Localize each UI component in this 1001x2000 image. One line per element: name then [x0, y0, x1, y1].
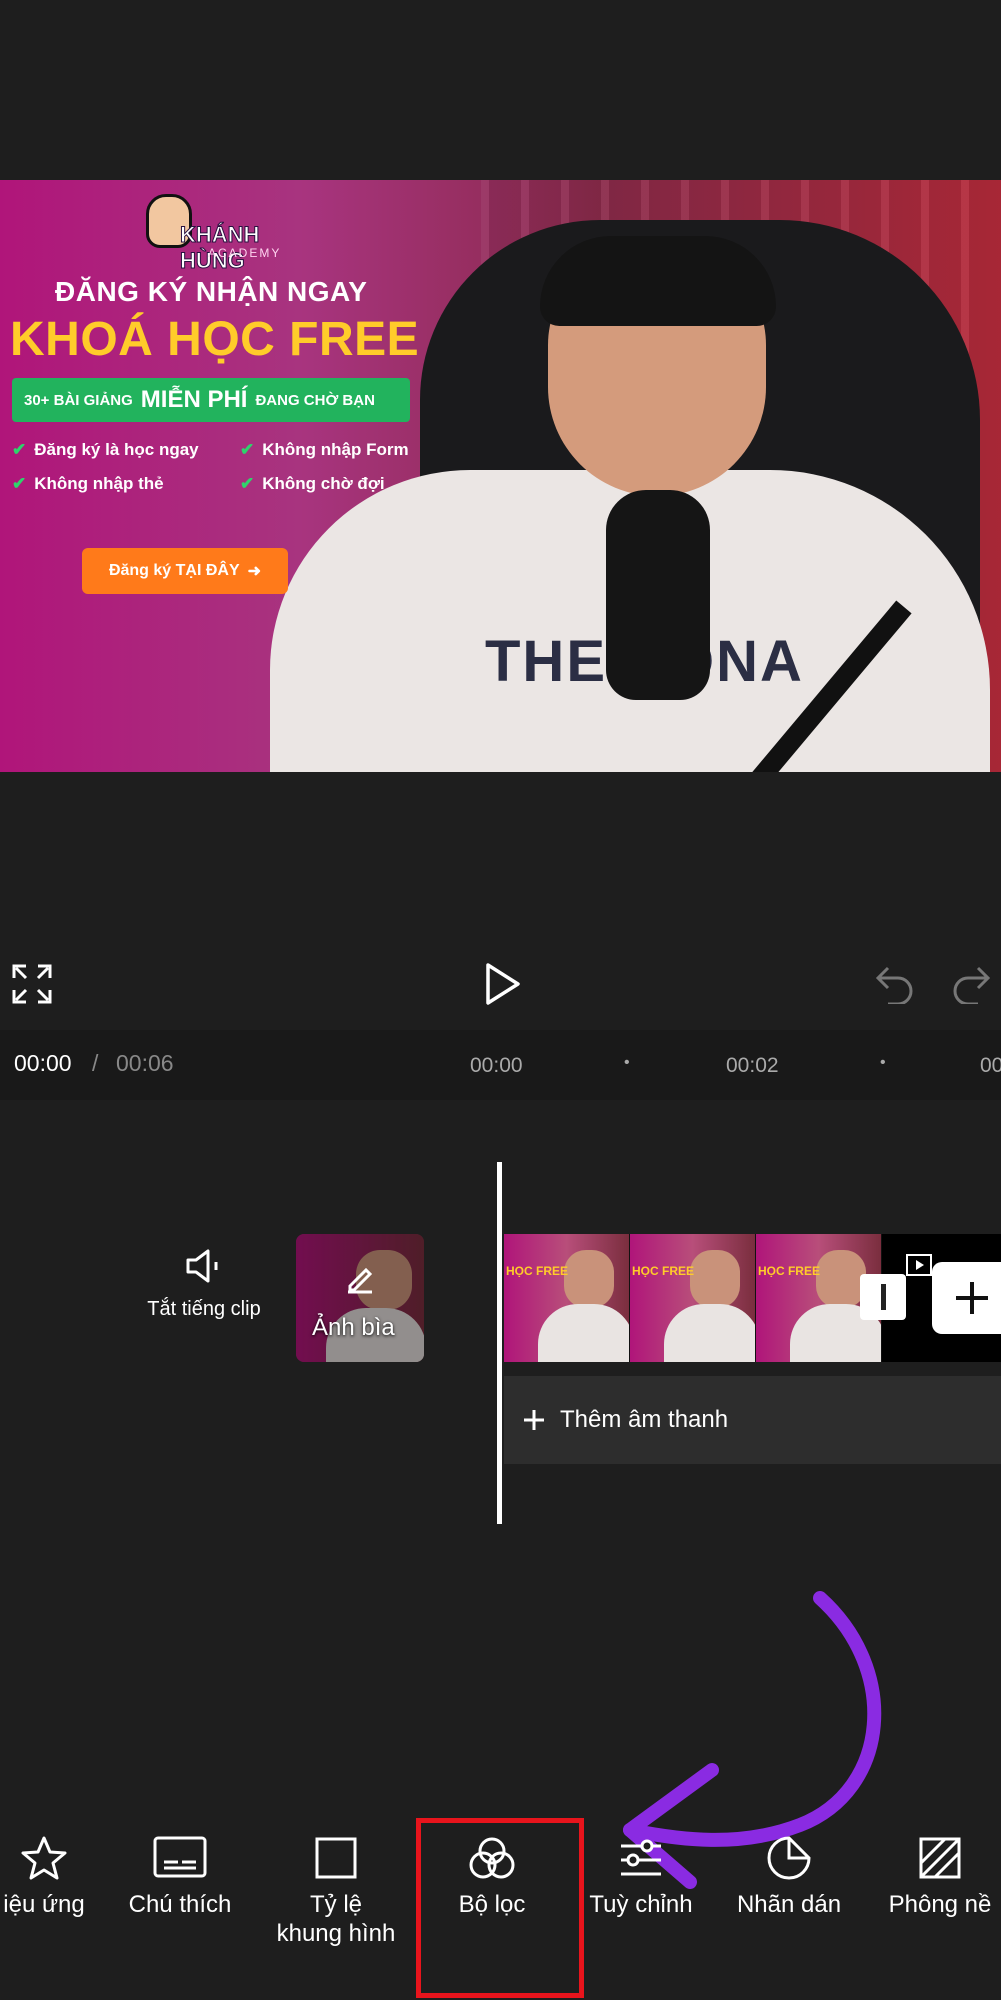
tool-stickers[interactable]: Nhãn dán: [722, 1834, 856, 1919]
sliders-icon: [621, 1839, 661, 1876]
sticker-icon: [767, 1836, 811, 1880]
check-icon: ✔: [12, 440, 27, 459]
cover-thumbnail[interactable]: Ảnh bìa: [296, 1234, 424, 1362]
edit-pencil-icon: [348, 1267, 373, 1294]
highlight-box: [416, 1818, 584, 1998]
promo-headline-2: KHOÁ HỌC FREE: [10, 313, 420, 366]
ruler-dot: •: [880, 1054, 886, 1071]
tool-effects[interactable]: iệu ứng: [0, 1834, 92, 1919]
tool-adjust-label: Tuỳ chỉnh: [589, 1891, 693, 1918]
player-controls: [0, 940, 1001, 1030]
top-bar: [0, 0, 1001, 180]
speaker-icon: [186, 1249, 218, 1283]
hair: [540, 236, 776, 326]
check-item: ✔ Không nhập Form: [240, 440, 409, 459]
mute-clip-label: Tắt tiếng clip: [147, 1298, 261, 1320]
plus-icon: [524, 1410, 544, 1430]
add-clip-button[interactable]: [932, 1262, 1001, 1334]
promo-headline-1: ĐĂNG KÝ NHẬN NGAY: [55, 276, 368, 307]
ruler-tick: 00: [980, 1054, 1001, 1077]
ruler-tick: 00:00: [470, 1054, 523, 1077]
background-hatch-icon: [919, 1837, 961, 1879]
undo-icon[interactable]: [874, 964, 916, 1004]
tool-background-label: Phông nề: [888, 1891, 992, 1918]
tool-adjust[interactable]: Tuỳ chỉnh: [578, 1834, 704, 1919]
add-audio-button[interactable]: Thêm âm thanh: [504, 1376, 1001, 1464]
tool-captions-label: Chú thích: [128, 1891, 232, 1918]
clip-frame: HỌC FREE: [504, 1234, 630, 1362]
play-icon[interactable]: [484, 962, 522, 1006]
ruler-dot: •: [624, 1054, 630, 1071]
check-icon: ✔: [240, 474, 255, 493]
tool-effects-label: iệu ứng: [3, 1891, 85, 1918]
current-time: 00:00: [14, 1050, 72, 1076]
tool-aspect-ratio-line1: Tỷ lệ: [309, 1891, 362, 1918]
plus-icon: [956, 1282, 988, 1314]
check-icon: ✔: [240, 440, 255, 459]
square-icon: [315, 1837, 357, 1879]
logo-sub: ACADEMY: [208, 246, 282, 260]
banner-text-b: MIỄN PHÍ: [140, 386, 248, 413]
microphone: [606, 490, 710, 700]
video-preview[interactable]: THE UONA KHÁNH HÙNG ACADEMY ĐĂNG KÝ NHẬN…: [0, 180, 1001, 772]
time-ruler[interactable]: 00:00 / 00:06 00:00 • 00:02 • 00: [0, 1030, 1001, 1100]
tool-aspect-ratio[interactable]: Tỷ lệ khung hình: [258, 1834, 414, 1948]
total-time: 00:06: [116, 1050, 174, 1076]
transition-button[interactable]: [860, 1274, 906, 1320]
cover-label: Ảnh bìa: [312, 1314, 395, 1341]
check-icon: ✔: [12, 474, 27, 493]
academy-logo: KHÁNH HÙNG ACADEMY: [140, 194, 300, 274]
check-item: ✔ Đăng ký là học ngay: [12, 440, 199, 459]
fullscreen-icon[interactable]: [12, 964, 52, 1004]
arrow-circle-icon: ➜: [247, 563, 262, 580]
clip-frame: HỌC FREE: [629, 1234, 756, 1362]
star-icon: [21, 1836, 67, 1880]
playhead[interactable]: [497, 1162, 502, 1524]
promo-banner: 30+ BÀI GIẢNG MIỄN PHÍ ĐANG CHỜ BẠN: [12, 378, 410, 422]
add-audio-label: Thêm âm thanh: [560, 1406, 729, 1433]
check-item: ✔ Không nhập thẻ: [12, 474, 164, 493]
banner-text-c: ĐANG CHỜ BẠN: [255, 391, 375, 409]
tool-stickers-label: Nhãn dán: [736, 1891, 842, 1918]
redo-icon[interactable]: [950, 964, 992, 1004]
tool-captions[interactable]: Chú thích: [114, 1834, 246, 1919]
clip-play-marker-icon: [906, 1254, 932, 1276]
check-item: ✔ Không chờ đợi: [240, 474, 385, 493]
tool-aspect-ratio-line2: khung hình: [276, 1920, 396, 1947]
captions-icon: [153, 1836, 207, 1878]
tool-background[interactable]: Phông nề: [872, 1834, 1001, 1919]
banner-text-a: 30+ BÀI GIẢNG: [24, 391, 133, 409]
ruler-tick: 00:02: [726, 1054, 779, 1077]
transition-icon: [880, 1284, 886, 1310]
promo-cta-button: Đăng ký TẠI ĐÂY ➜: [82, 548, 288, 594]
time-separator: /: [92, 1050, 99, 1076]
mute-clip-button[interactable]: Tắt tiếng clip: [136, 1248, 272, 1321]
